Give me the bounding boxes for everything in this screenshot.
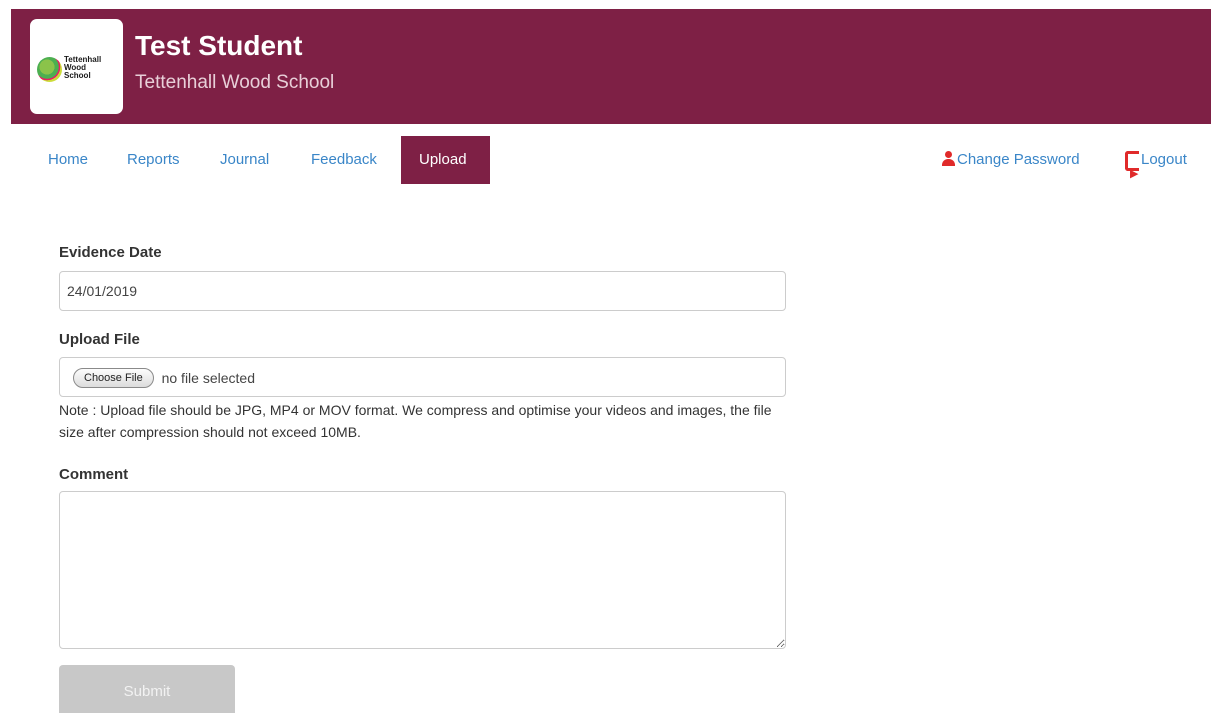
upload-note: Note : Upload file should be JPG, MP4 or… [59,402,772,440]
student-name: Test Student [135,30,303,61]
change-password-link[interactable]: Change Password [941,136,1080,184]
evidence-date-input[interactable] [59,271,786,311]
evidence-date-label: Evidence Date [59,244,162,261]
nav-feedback[interactable]: Feedback [311,136,377,184]
upload-file-label: Upload File [59,331,140,348]
school-name: Tettenhall Wood School [135,72,335,93]
nav-journal[interactable]: Journal [220,136,269,184]
file-status-text: no file selected [161,370,255,387]
nav-upload[interactable]: Upload [401,136,490,184]
logo-wordmark: Tettenhall Wood School [64,55,102,80]
submit-button[interactable]: Submit [59,665,235,713]
logout-icon [1125,150,1140,198]
comment-label: Comment [59,466,129,483]
file-input-field: Choose File no file selected [59,357,786,397]
choose-file-button[interactable]: Choose File [73,368,154,389]
change-password-label: Change Password [957,151,1080,168]
comment-textarea[interactable] [59,491,786,649]
logout-label: Logout [1141,151,1187,168]
nav-home[interactable]: Home [48,136,88,184]
school-logo: Tettenhall Wood School [30,19,123,114]
header-banner: Tettenhall Wood School Test Student Tett… [11,9,1211,124]
user-icon [941,150,956,166]
nav-reports[interactable]: Reports [127,136,180,184]
logout-link[interactable]: Logout [1125,136,1187,198]
school-emblem-icon [37,57,62,82]
main-nav: Home Reports Journal Feedback Upload Cha… [0,136,1211,198]
